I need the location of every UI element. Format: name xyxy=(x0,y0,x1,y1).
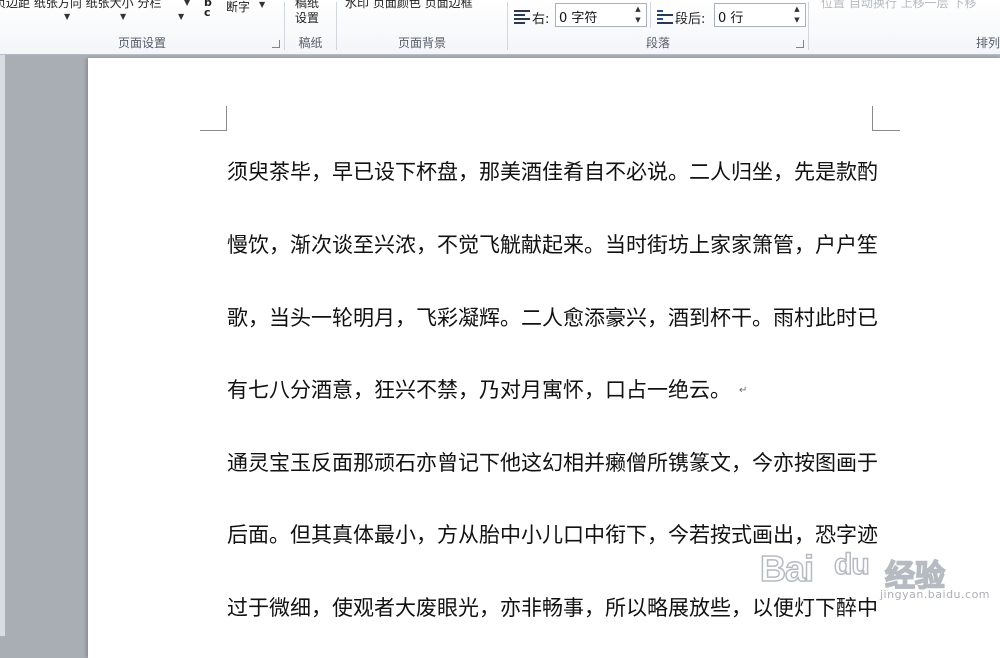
page-background-buttons-clipped[interactable]: 水印 页面颜色 页面边框 xyxy=(345,0,473,11)
ribbon: 页边距 纸张方向 纸张大小 分栏 ▼ ▼ ▼ ▼ bc 断字 ▼ 页面设置 稿纸… xyxy=(0,0,1000,55)
text-line[interactable]: 歌，当头一轮明月，飞彩凝辉。二人愈添豪兴，酒到杯干。雨村此时已 xyxy=(227,304,878,332)
text-line[interactable]: 通灵宝玉反面那顽石亦曾记下他这幻相并癞僧所镌篆文，今亦按图画于 xyxy=(227,449,878,477)
group-label-page-setup: 页面设置 xyxy=(117,36,166,50)
page-background-group: 水印 页面颜色 页面边框 页面背景 xyxy=(337,0,507,54)
spacing-after-value[interactable]: 0 行 xyxy=(718,7,743,26)
spin-arrows-icon[interactable]: ▲ ▼ xyxy=(632,4,644,26)
arrange-group: 位置 自动换行 上移一层 下移 排列 xyxy=(809,0,1000,54)
columns-dropdown-caret[interactable]: ▼ xyxy=(184,0,190,7)
watermark-text2: du xyxy=(833,547,870,582)
spacing-after-icon xyxy=(657,8,673,24)
draft-settings-button[interactable]: 设置 xyxy=(295,9,319,26)
spacing-after-spinbox[interactable]: 0 行 ▲ ▼ xyxy=(714,3,806,27)
paragraph-mark-icon: ↵ xyxy=(739,385,748,396)
spacing-after-label: 段后: xyxy=(675,12,706,27)
workspace-edge xyxy=(0,55,5,636)
hyphenation-dropdown-caret[interactable]: ▼ xyxy=(259,0,265,9)
text-line-content[interactable]: 有七八分酒意，狂兴不禁，乃对月寓怀，口占一绝云。 xyxy=(227,378,731,402)
text-line[interactable]: 慢饮，渐次谈至兴浓，不觉飞觥献起来。当时街坊上家家箫管，户户笙 xyxy=(227,231,878,259)
text-line[interactable]: 过于微细，使观者大废眼光，亦非畅事，所以略展放些，以便灯下醉中 xyxy=(227,594,878,622)
paragraph-dialog-launcher[interactable] xyxy=(796,40,804,48)
text-line-last[interactable]: 有七八分酒意，狂兴不禁，乃对月寓怀，口占一绝云。 ↵ xyxy=(227,376,747,405)
crop-mark-top-left xyxy=(226,106,227,130)
paragraph-group: 右: 0 字符 ▲ ▼ 段后: 0 行 ▲ ▼ 段落 xyxy=(508,0,808,54)
crop-mark-top-right-h xyxy=(872,130,900,131)
indent-right-spinbox[interactable]: 0 字符 ▲ ▼ xyxy=(555,3,647,27)
draft-paper-group: 稿纸 设置 稿纸 xyxy=(285,0,336,54)
spin-divider xyxy=(650,2,651,28)
spin-arrows-icon[interactable]: ▲ ▼ xyxy=(791,4,803,26)
size-dropdown-caret[interactable]: ▼ xyxy=(178,12,184,21)
orientation-dropdown-caret[interactable]: ▼ xyxy=(120,12,126,21)
group-label-page-background: 页面背景 xyxy=(397,36,446,50)
indent-right-icon xyxy=(514,8,530,24)
page-setup-dialog-launcher[interactable] xyxy=(272,40,280,48)
hyphenation-button[interactable]: 断字 xyxy=(226,0,250,15)
group-label-paragraph: 段落 xyxy=(645,36,670,50)
crop-mark-top-left-h xyxy=(200,130,227,131)
page-setup-buttons-clipped[interactable]: 页边距 纸张方向 纸张大小 分栏 xyxy=(0,0,161,11)
group-label-draft: 稿纸 xyxy=(298,36,323,50)
watermark-url: jingyan.baidu.com xyxy=(880,588,991,601)
margins-dropdown-caret[interactable]: ▼ xyxy=(64,12,70,21)
group-label-arrange: 排列 xyxy=(975,36,1000,50)
text-line[interactable]: 后面。但其真体最小，方从胎中小儿口中衔下，今若按式画出，恐字迹 xyxy=(227,521,878,549)
page-setup-group: 页边距 纸张方向 纸张大小 分栏 ▼ ▼ ▼ ▼ bc 断字 ▼ 页面设置 xyxy=(0,0,284,54)
watermark-text: Bai xyxy=(759,547,815,590)
crop-mark-top-right xyxy=(872,106,873,130)
indent-right-label: 右: xyxy=(532,12,550,27)
text-line[interactable]: 须臾茶毕，早已设下杯盘，那美酒佳肴自不必说。二人归坐，先是款酌 xyxy=(227,158,878,186)
indent-right-value[interactable]: 0 字符 xyxy=(559,7,597,26)
arrange-buttons-clipped[interactable]: 位置 自动换行 上移一层 下移 xyxy=(821,0,976,11)
baidu-jingyan-watermark: Bai du 经验 jingyan.baidu.com xyxy=(759,547,989,601)
bc-hyphenation-icon[interactable]: bc xyxy=(204,0,212,18)
